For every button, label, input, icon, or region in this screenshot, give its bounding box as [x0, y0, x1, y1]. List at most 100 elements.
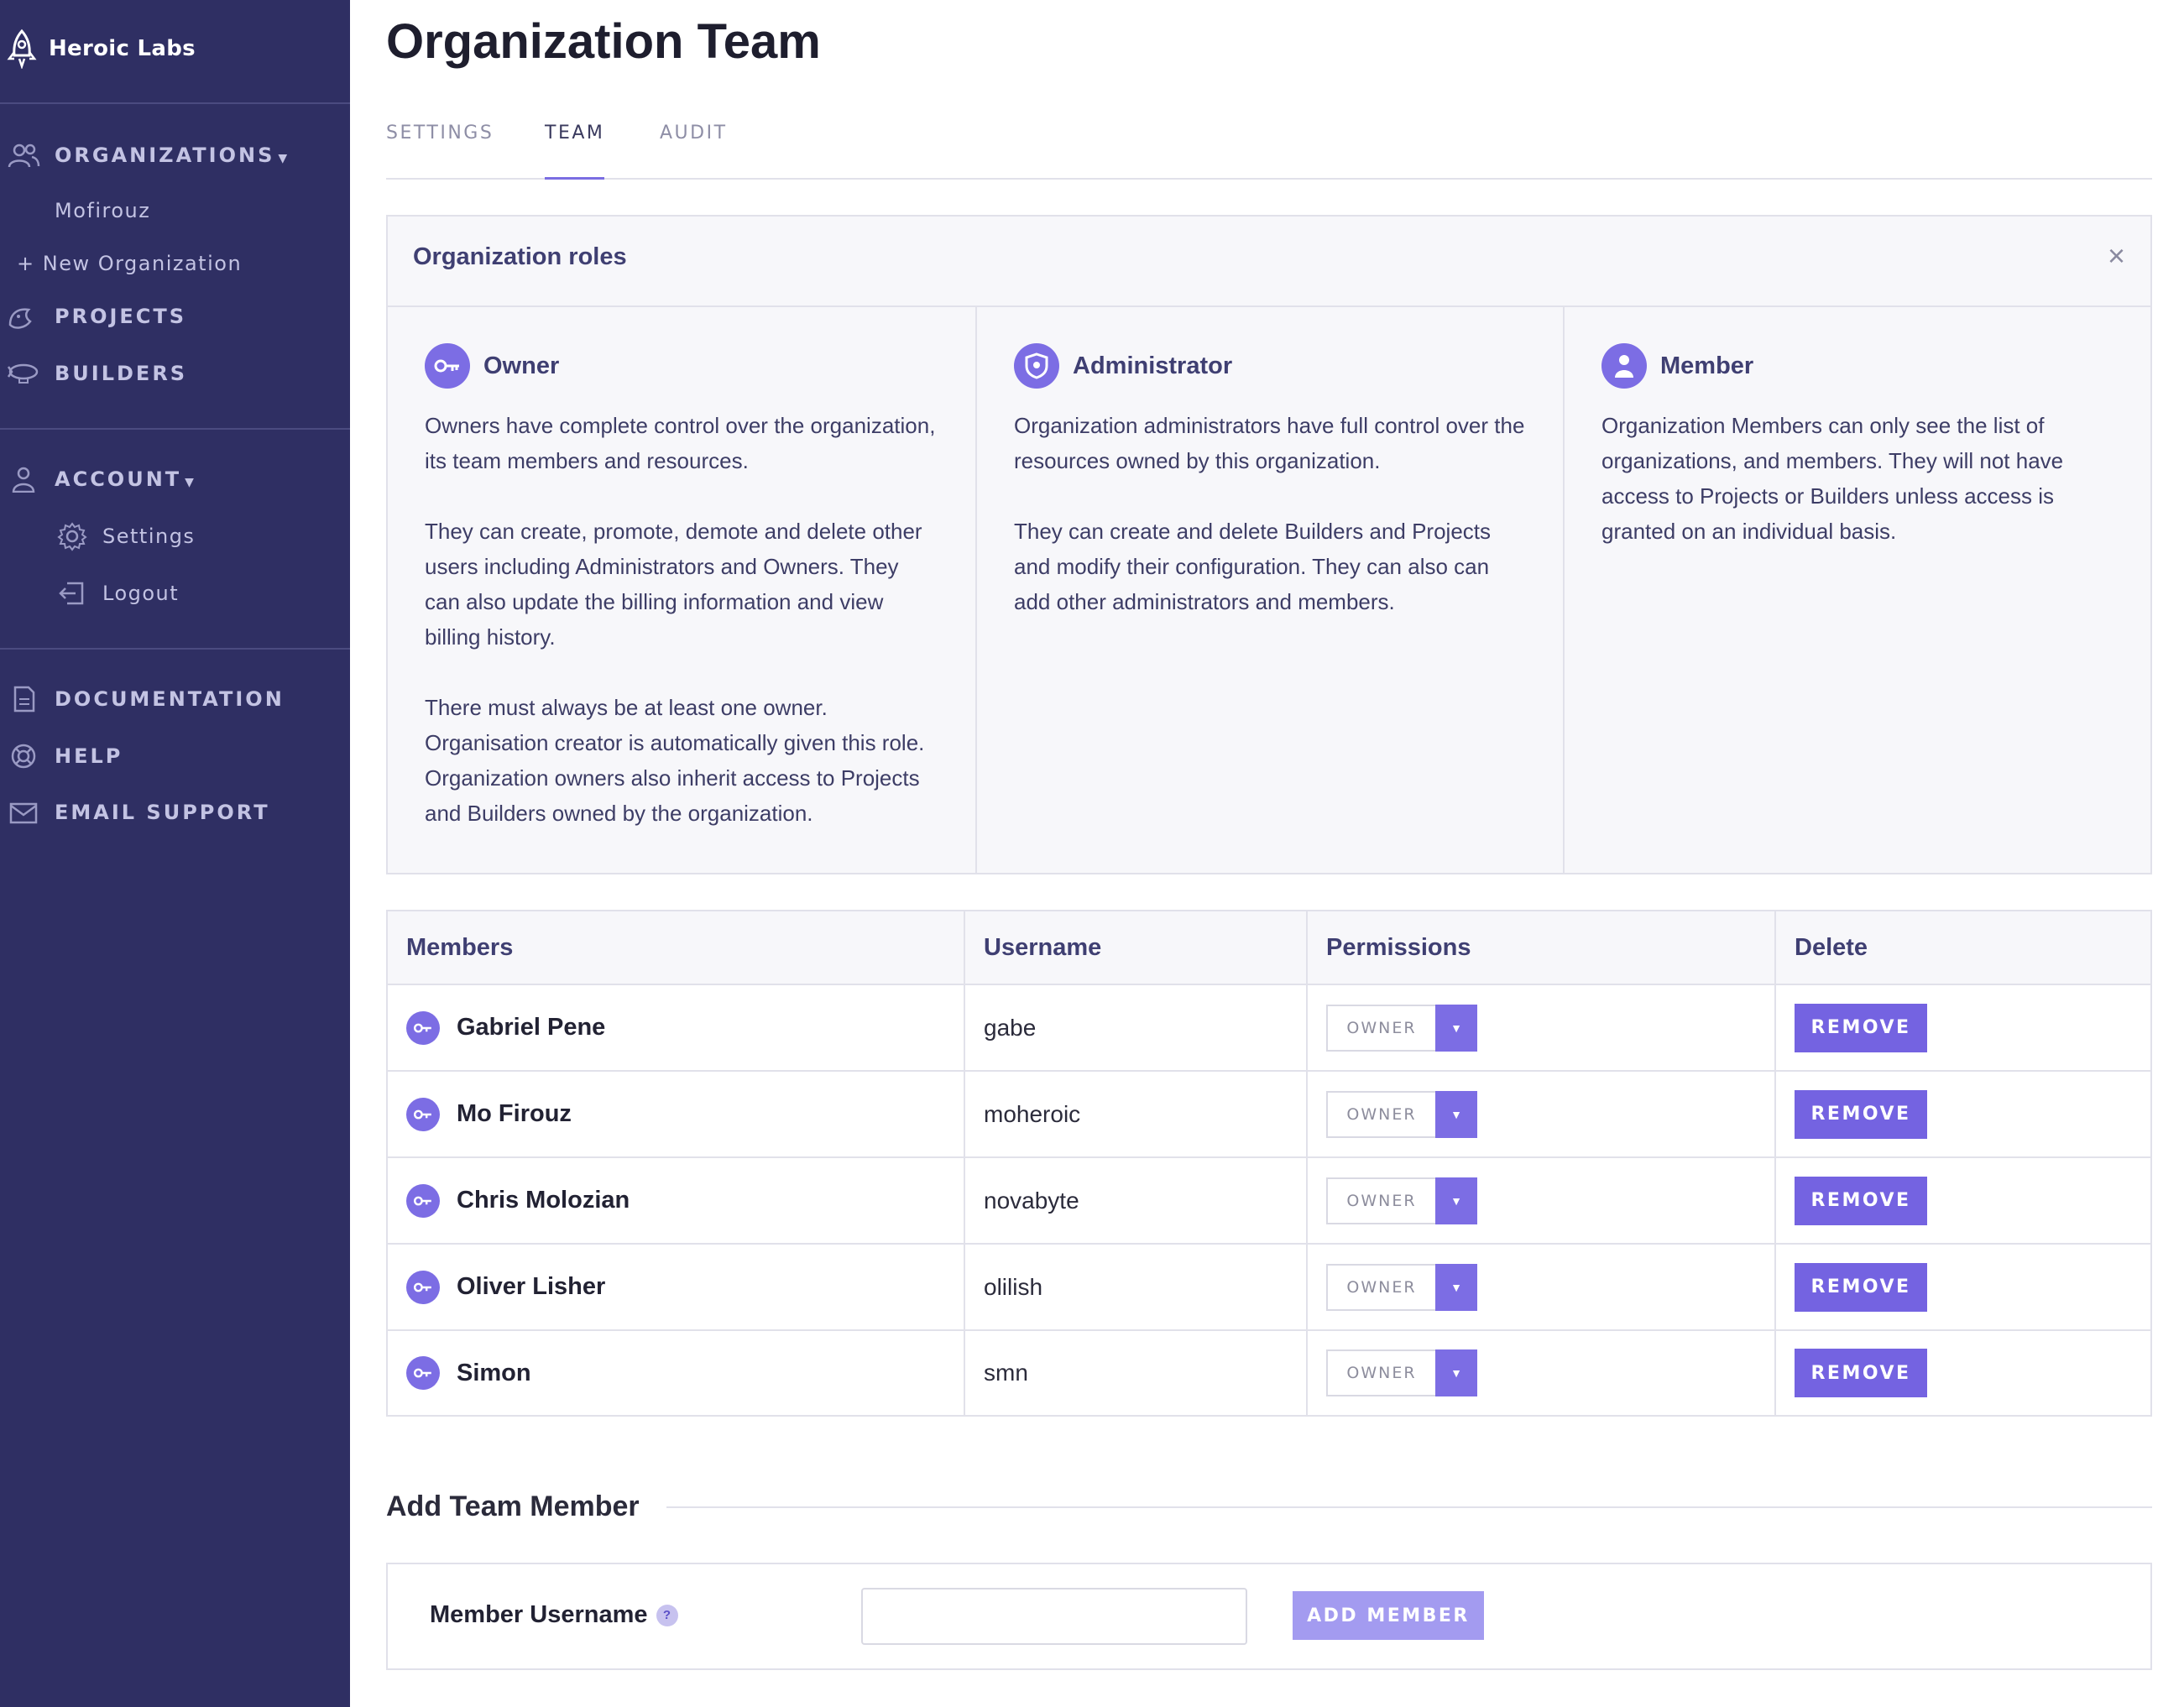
role-member: Member Organization Members can only see… [1563, 307, 2150, 873]
sidebar-item-organizations[interactable]: ORGANIZATIONS ▼ [0, 132, 350, 179]
role-name: Owner [483, 352, 560, 379]
member-name: Mo Firouz [457, 1100, 572, 1127]
mail-icon [9, 802, 38, 824]
shield-icon [1014, 343, 1059, 389]
permission-value: OWNER [1326, 1349, 1435, 1396]
permission-select[interactable]: OWNER ▼ [1326, 1177, 1477, 1224]
member-username: smn [984, 1360, 1028, 1386]
add-team-member-heading: Add Team Member [386, 1490, 640, 1522]
sidebar-item-builders[interactable]: BUILDERS [0, 350, 350, 397]
table-row: Chris Molozian novabyte OWNER ▼ REMOVE [388, 1158, 2150, 1245]
sidebar: Heroic Labs ORGANIZATIONS ▼ Mofirouz + Ne… [0, 0, 350, 1707]
sidebar-item-label: PROJECTS [55, 305, 187, 328]
column-header-permissions: Permissions [1326, 933, 1471, 961]
sidebar-item-label: BUILDERS [55, 362, 188, 385]
tab-team[interactable]: TEAM [545, 117, 605, 180]
role-administrator: Administrator Organization administrator… [975, 307, 1563, 873]
projects-icon [8, 308, 32, 329]
permission-value: OWNER [1326, 1177, 1435, 1224]
permission-select[interactable]: OWNER ▼ [1326, 1090, 1477, 1138]
brand[interactable]: Heroic Labs [7, 25, 196, 72]
member-name: Gabriel Pene [457, 1014, 606, 1041]
member-name: Chris Molozian [457, 1187, 630, 1214]
help-icon[interactable]: ? [656, 1604, 678, 1626]
sidebar-item-projects[interactable]: PROJECTS [0, 293, 350, 340]
logout-icon [59, 582, 84, 605]
member-username: moheroic [984, 1100, 1081, 1127]
caret-down-icon[interactable]: ▼ [1435, 1263, 1477, 1311]
permission-value: OWNER [1326, 1263, 1435, 1311]
logout-label: Logout [102, 582, 180, 605]
remove-member-button[interactable]: REMOVE [1795, 1262, 1927, 1312]
remove-member-button[interactable]: REMOVE [1795, 1089, 1927, 1139]
sidebar-item-label: ORGANIZATIONS [55, 144, 275, 167]
caret-down-icon[interactable]: ▼ [1435, 1090, 1477, 1138]
permission-select[interactable]: OWNER ▼ [1326, 1004, 1477, 1052]
organization-roles-panel: Organization roles × Owner Owners have c… [386, 215, 2152, 874]
key-icon [406, 1010, 440, 1045]
permission-select[interactable]: OWNER ▼ [1326, 1263, 1477, 1311]
table-row: Gabriel Pene gabe OWNER ▼ REMOVE [388, 985, 2150, 1072]
settings-label: Settings [102, 525, 196, 548]
remove-member-button[interactable]: REMOVE [1795, 1349, 1927, 1397]
caret-down-icon[interactable]: ▼ [1435, 1349, 1477, 1396]
key-icon [406, 1270, 440, 1304]
column-header-username: Username [984, 933, 1102, 961]
lifebuoy-icon [11, 744, 36, 769]
add-member-button[interactable]: ADD MEMBER [1293, 1591, 1484, 1640]
gear-icon [57, 522, 87, 551]
permission-value: OWNER [1326, 1090, 1435, 1138]
sidebar-logout-link[interactable]: Logout [57, 572, 179, 614]
sidebar-org-mofirouz[interactable]: Mofirouz [55, 190, 150, 232]
role-description: Organization administrators have full co… [1014, 413, 1525, 473]
sidebar-item-help[interactable]: HELP [0, 733, 350, 780]
tab-settings[interactable]: SETTINGS [386, 117, 494, 180]
member-name: Simon [457, 1359, 531, 1386]
sidebar-divider [0, 428, 350, 430]
caret-down-icon[interactable]: ▼ [1435, 1004, 1477, 1052]
rocket-logo-icon [7, 29, 37, 69]
key-icon [406, 1097, 440, 1131]
blimp-icon [7, 363, 39, 384]
role-name: Member [1660, 352, 1754, 379]
key-icon [406, 1183, 440, 1218]
add-member-form: Member Username ? ADD MEMBER [386, 1563, 2152, 1670]
role-name: Administrator [1073, 352, 1233, 379]
role-description: They can create and delete Builders and … [1014, 519, 1492, 614]
brand-name: Heroic Labs [49, 36, 196, 61]
sidebar-item-label: EMAIL SUPPORT [55, 801, 270, 824]
remove-member-button[interactable]: REMOVE [1795, 1003, 1927, 1052]
sidebar-settings-link[interactable]: Settings [57, 515, 195, 557]
role-description: Organization Members can only see the li… [1601, 413, 2064, 544]
close-icon[interactable]: × [2108, 238, 2125, 274]
table-row: Oliver Lisher olilish OWNER ▼ REMOVE [388, 1245, 2150, 1331]
user-icon [12, 467, 35, 493]
member-username-label: Member Username [430, 1601, 648, 1628]
remove-member-button[interactable]: REMOVE [1795, 1176, 1927, 1225]
member-username-input[interactable] [861, 1588, 1247, 1645]
sidebar-item-documentation[interactable]: DOCUMENTATION [0, 676, 350, 723]
permission-select[interactable]: OWNER ▼ [1326, 1349, 1477, 1396]
tab-audit[interactable]: AUDIT [660, 117, 728, 180]
page-title: Organization Team [386, 14, 821, 69]
sidebar-divider [0, 102, 350, 104]
table-header-row: Members Username Permissions Delete [388, 911, 2150, 985]
role-description: They can create, promote, demote and del… [425, 519, 922, 650]
key-icon [425, 343, 470, 389]
users-icon [8, 144, 40, 168]
sidebar-item-label: ACCOUNT [55, 467, 182, 491]
member-username: gabe [984, 1014, 1037, 1041]
tab-bar: SETTINGS TEAM AUDIT [386, 117, 2152, 180]
role-description: Owners have complete control over the or… [425, 413, 936, 473]
sidebar-item-account[interactable]: ACCOUNT ▼ [0, 456, 350, 503]
document-icon [13, 686, 35, 713]
role-description: There must always be at least one owner.… [425, 695, 925, 826]
table-row: Simon smn OWNER ▼ REMOVE [388, 1331, 2150, 1415]
caret-down-icon[interactable]: ▼ [1435, 1177, 1477, 1224]
new-organization-link[interactable]: + New Organization [17, 243, 242, 284]
sidebar-item-email-support[interactable]: EMAIL SUPPORT [0, 789, 350, 836]
sidebar-item-label: DOCUMENTATION [55, 687, 285, 711]
column-header-members: Members [406, 933, 514, 961]
sidebar-item-label: HELP [55, 744, 123, 768]
member-username: olilish [984, 1273, 1043, 1300]
